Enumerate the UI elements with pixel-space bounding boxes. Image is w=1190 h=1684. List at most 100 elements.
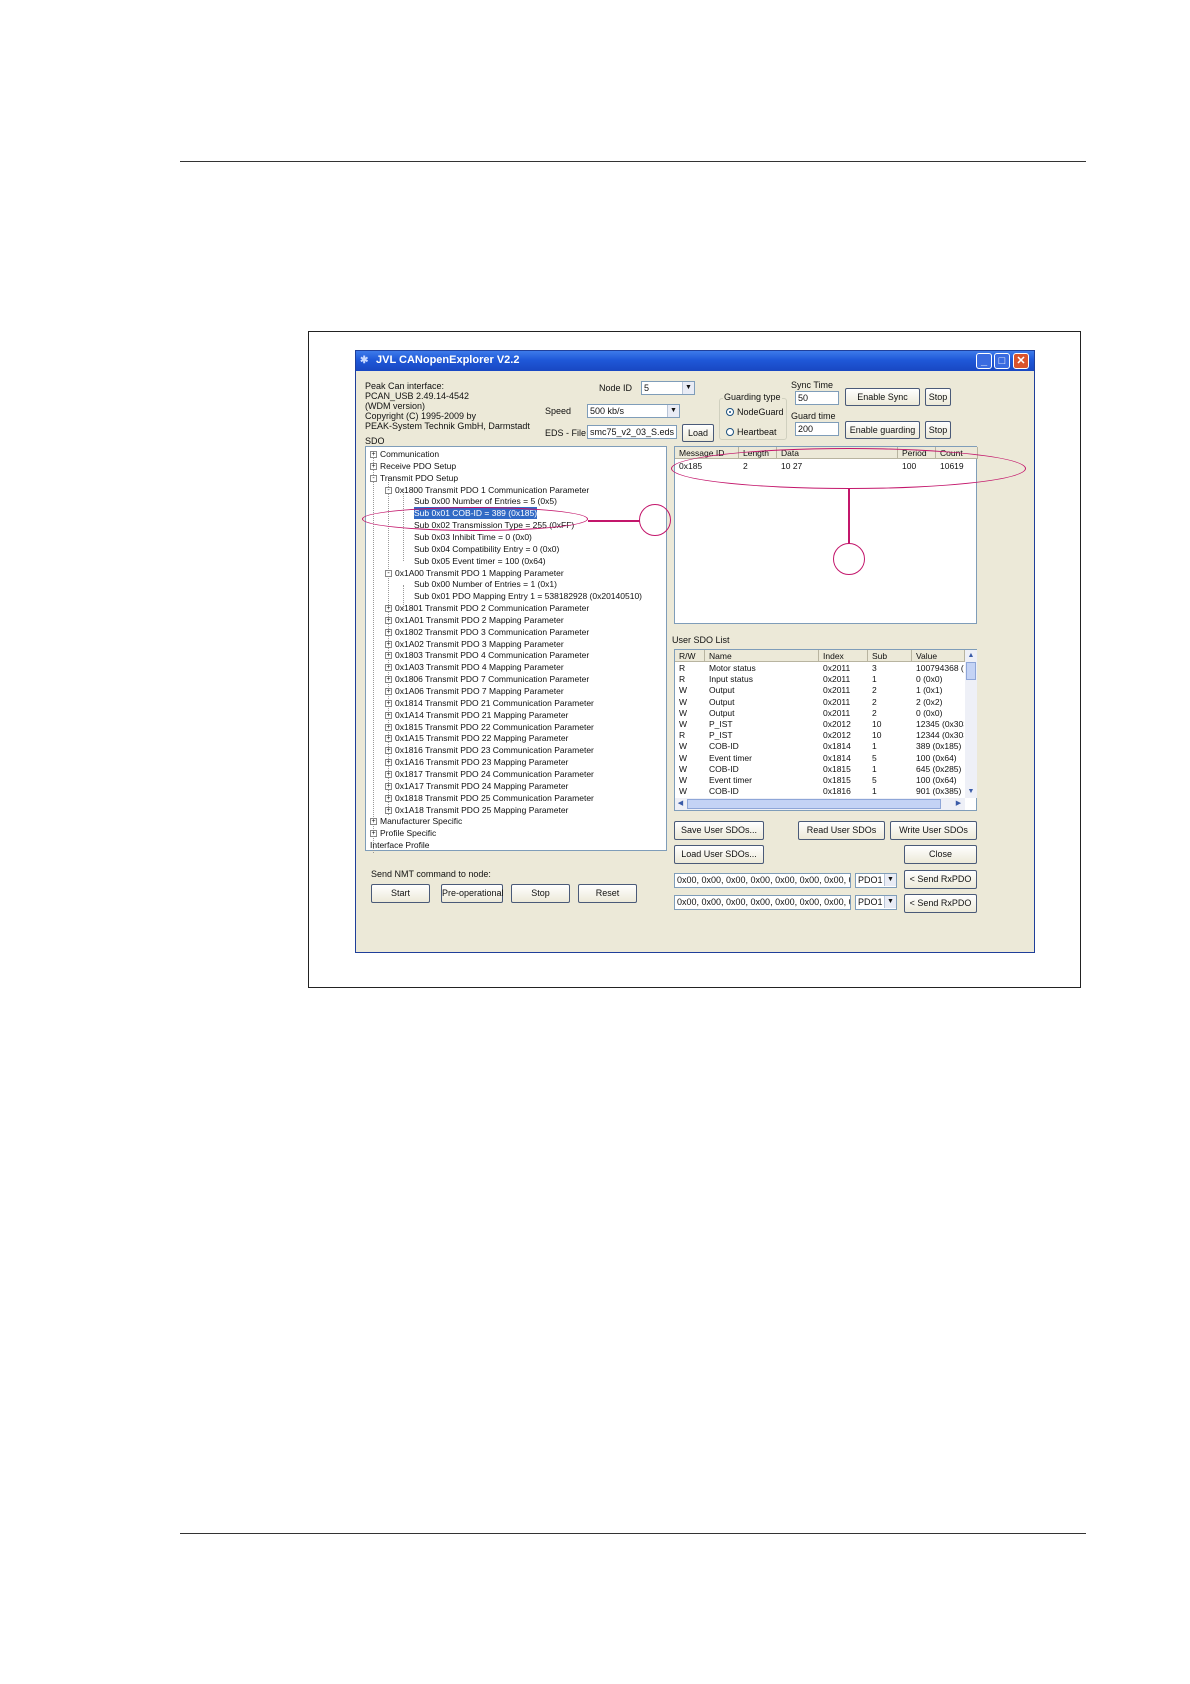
tree-item[interactable]: +0x1801 Transmit PDO 2 Communication Par… [385,602,589,614]
expand-icon[interactable]: + [385,723,392,731]
expand-icon[interactable]: + [385,747,392,755]
nodeguard-radio[interactable]: NodeGuard [726,407,784,417]
scroll-thumb[interactable] [966,662,976,680]
tree-item[interactable]: +0x1A18 Transmit PDO 25 Mapping Paramete… [385,804,568,816]
eds-file-input[interactable]: smc75_v2_03_S.eds [587,425,677,439]
tree-item[interactable]: +0x1A16 Transmit PDO 23 Mapping Paramete… [385,756,568,768]
close-button[interactable]: Close [904,845,977,864]
close-window-button[interactable]: ✕ [1013,353,1029,369]
tree-item[interactable]: +0x1A01 Transmit PDO 2 Mapping Parameter [385,614,564,626]
col-rw[interactable]: R/W [675,650,705,662]
expand-icon[interactable]: + [385,735,392,743]
tree-item[interactable]: - Transmit PDO Setup [370,472,458,484]
tree-item[interactable]: + Receive PDO Setup [370,460,456,472]
tree-item[interactable]: +0x1A14 Transmit PDO 21 Mapping Paramete… [385,709,568,721]
tree-item[interactable]: Sub 0x00 Number of Entries = 5 (0x5) [414,495,557,507]
rxpdo-select-2[interactable]: PDO1 ▼ [855,895,897,910]
object-tree[interactable]: + Communication + Receive PDO Setup - Transmi… [365,446,667,853]
tree-item[interactable]: +0x1815 Transmit PDO 22 Communication Pa… [385,721,594,733]
tree-item[interactable]: Interface Profile [370,839,430,851]
heartbeat-radio[interactable]: Heartbeat [726,427,777,437]
tree-item[interactable]: +0x1A17 Transmit PDO 24 Mapping Paramete… [385,780,568,792]
tree-item[interactable]: +0x1A15 Transmit PDO 22 Mapping Paramete… [385,732,568,744]
tree-item[interactable]: +0x1814 Transmit PDO 21 Communication Pa… [385,697,594,709]
expand-icon[interactable]: + [370,830,377,838]
nmt-preop-button[interactable]: Pre-operational [441,884,504,903]
load-eds-button[interactable]: Load [682,424,714,442]
enable-guarding-button[interactable]: Enable guarding [845,421,920,439]
tree-item[interactable]: Sub 0x04 Compatibility Entry = 0 (0x0) [414,543,559,555]
expand-icon[interactable]: + [385,806,392,814]
speed-select[interactable]: 500 kb/s ▼ [587,404,680,418]
expand-icon[interactable]: + [385,616,392,624]
user-sdo-list[interactable]: R/W Name Index Sub Value R Motor status 0x… [674,649,977,811]
collapse-icon[interactable]: - [370,474,377,482]
expand-icon[interactable]: + [370,818,377,826]
tree-item[interactable]: +0x1A02 Transmit PDO 3 Mapping Parameter [385,638,564,650]
scroll-left-icon[interactable]: ◀ [675,798,686,810]
horizontal-scrollbar[interactable]: ◀ ▶ [675,798,965,810]
tree-item[interactable]: +0x1A06 Transmit PDO 7 Mapping Parameter [385,685,564,697]
tree-item[interactable]: + Profile Specific [370,827,436,839]
tree-item[interactable]: +0x1818 Transmit PDO 25 Communication Pa… [385,792,594,804]
node-id-select[interactable]: 5 ▼ [641,381,695,395]
expand-icon[interactable]: + [370,451,377,458]
col-name[interactable]: Name [705,650,819,662]
rxpdo-select-1[interactable]: PDO1 ▼ [855,873,897,888]
col-value[interactable]: Value [912,650,965,662]
tree-item[interactable]: +0x1816 Transmit PDO 23 Communication Pa… [385,744,594,756]
tree-item[interactable]: +0x1806 Transmit PDO 7 Communication Par… [385,673,589,685]
expand-icon[interactable]: + [385,711,392,719]
read-user-sdos-button[interactable]: Read User SDOs [798,821,885,840]
rxpdo-data-input-2[interactable]: 0x00, 0x00, 0x00, 0x00, 0x00, 0x00, 0x00… [674,895,851,910]
expand-icon[interactable]: + [385,676,392,684]
write-user-sdos-button[interactable]: Write User SDOs [890,821,977,840]
expand-icon[interactable]: + [370,462,377,470]
tree-item[interactable]: +0x1817 Transmit PDO 24 Communication Pa… [385,768,594,780]
stop-guarding-button[interactable]: Stop [925,421,951,439]
expand-icon[interactable]: + [385,759,392,767]
expand-icon[interactable]: + [385,664,392,672]
tree-item[interactable]: Sub 0x05 Event timer = 100 (0x64) [414,555,546,567]
save-user-sdos-button[interactable]: Save User SDOs... [674,821,764,840]
send-rxpdo-button-2[interactable]: < Send RxPDO [904,894,977,913]
col-index[interactable]: Index [819,650,868,662]
tree-item[interactable]: +0x1A03 Transmit PDO 4 Mapping Parameter [385,661,564,673]
scroll-up-icon[interactable]: ▲ [965,650,977,661]
collapse-icon[interactable]: - [385,569,392,577]
sync-time-input[interactable]: 50 [795,391,839,405]
tree-item[interactable]: Sub 0x03 Inhibit Time = 0 (0x0) [414,531,532,543]
rxpdo-data-input-1[interactable]: 0x00, 0x00, 0x00, 0x00, 0x00, 0x00, 0x00… [674,873,851,888]
vertical-scrollbar[interactable]: ▲ ▼ [965,650,977,798]
expand-icon[interactable]: + [385,794,392,802]
tree-item[interactable]: Sub 0x00 Number of Entries = 1 (0x1) [414,578,557,590]
expand-icon[interactable]: + [385,688,392,695]
tree-item[interactable]: + Manufacturer Specific [370,815,462,827]
scroll-right-icon[interactable]: ▶ [953,798,964,810]
expand-icon[interactable]: + [385,605,392,613]
tree-item[interactable]: -0x1A00 Transmit PDO 1 Mapping Parameter [385,567,564,579]
tree-item[interactable]: -0x1800 Transmit PDO 1 Communication Par… [385,484,589,496]
load-user-sdos-button[interactable]: Load User SDOs... [674,845,764,864]
tree-item[interactable]: + Communication [370,448,439,460]
expand-icon[interactable]: + [385,640,392,648]
tree-item[interactable]: +0x1803 Transmit PDO 4 Communication Par… [385,649,589,661]
guard-time-input[interactable]: 200 [795,422,839,436]
expand-icon[interactable]: + [385,699,392,707]
scroll-h-thumb[interactable] [687,799,941,809]
stop-sync-button[interactable]: Stop [925,388,951,406]
scroll-down-icon[interactable]: ▼ [965,786,977,797]
send-rxpdo-button-1[interactable]: < Send RxPDO [904,870,977,889]
nmt-start-button[interactable]: Start [371,884,430,903]
maximize-button[interactable]: □ [994,353,1010,369]
collapse-icon[interactable]: - [385,486,392,494]
expand-icon[interactable]: + [385,628,392,636]
expand-icon[interactable]: + [385,770,392,778]
minimize-button[interactable]: _ [976,353,992,369]
enable-sync-button[interactable]: Enable Sync [845,388,920,406]
tree-item[interactable]: +0x1802 Transmit PDO 3 Communication Par… [385,626,589,638]
nmt-reset-button[interactable]: Reset [578,884,637,903]
col-sub[interactable]: Sub [868,650,912,662]
expand-icon[interactable]: + [385,782,392,790]
tree-item[interactable]: Sub 0x01 PDO Mapping Entry 1 = 538182928… [414,590,642,602]
